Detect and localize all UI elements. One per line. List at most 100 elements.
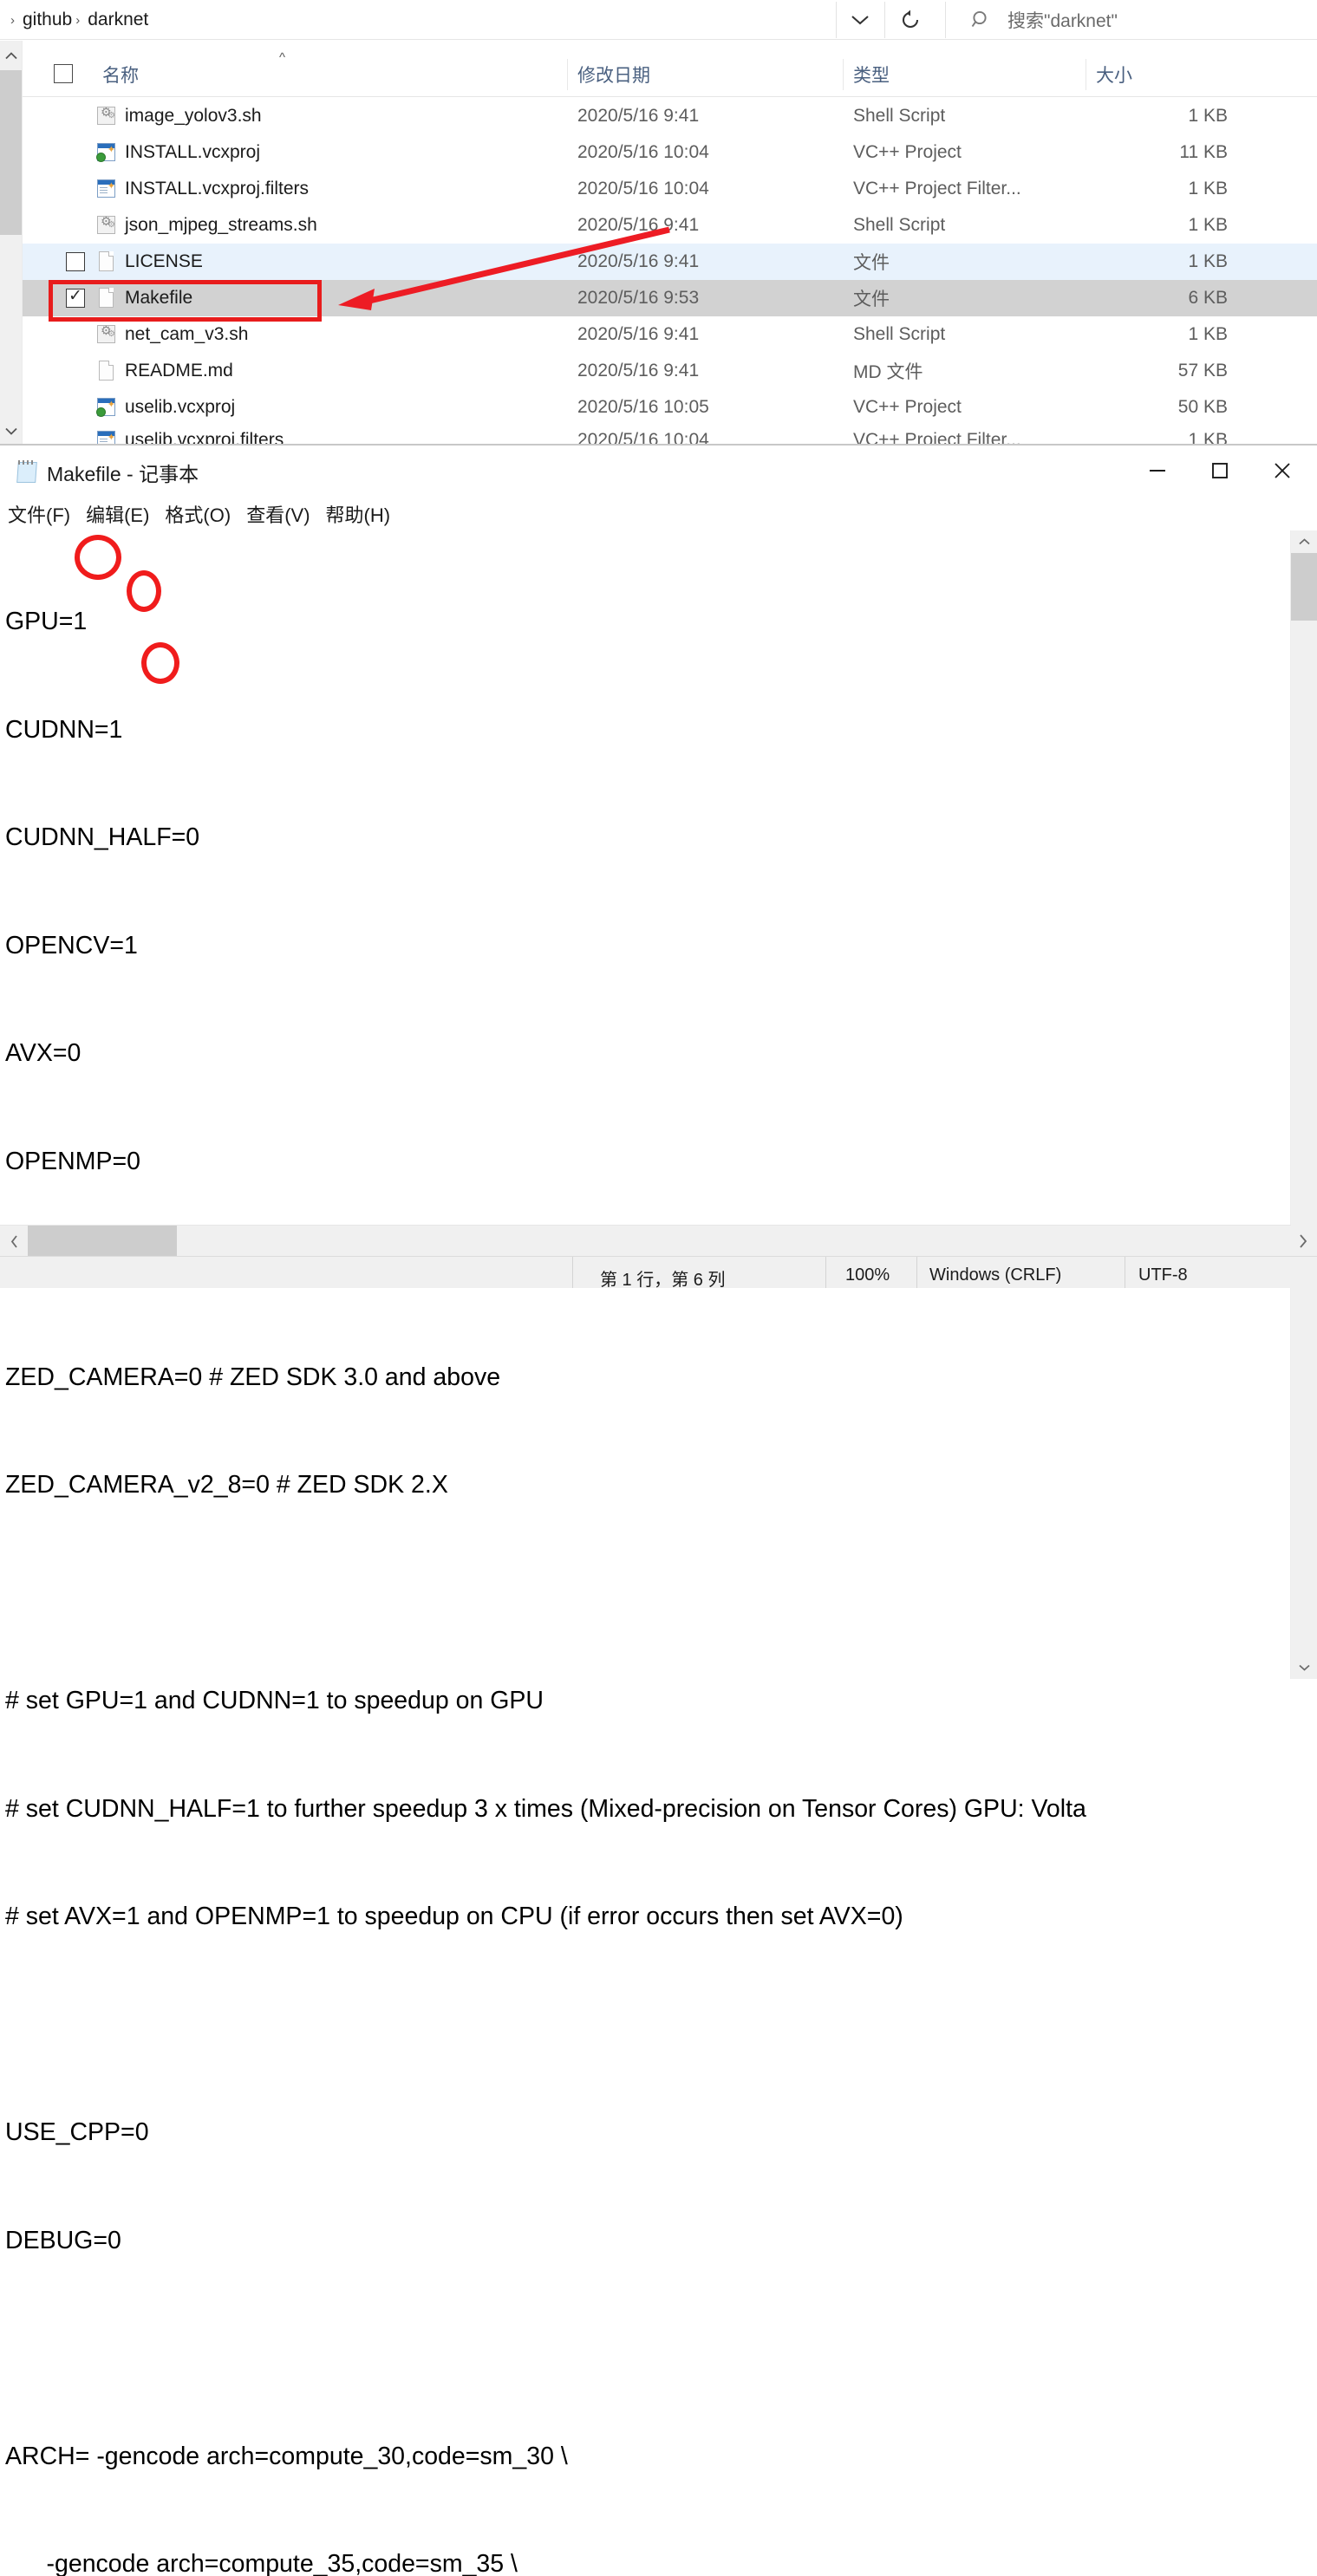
annotation-red-circle-cudnn: [127, 570, 161, 612]
file-type: VC++ Project Filter...: [853, 430, 1021, 446]
text-line: # set AVX=1 and OPENMP=1 to speedup on C…: [5, 1903, 903, 1930]
generic-file-icon: [95, 360, 118, 382]
menu-file[interactable]: 文件(F): [8, 500, 70, 528]
column-divider[interactable]: [567, 59, 568, 90]
table-row[interactable]: net_cam_v3.sh 2020/5/16 9:41 Shell Scrip…: [23, 316, 1317, 353]
file-size: 1 KB: [1188, 430, 1228, 446]
file-name: LICENSE: [125, 251, 203, 271]
menu-help[interactable]: 帮助(H): [326, 500, 391, 528]
breadcrumb-item-github[interactable]: github: [23, 10, 72, 30]
refresh-icon[interactable]: [886, 3, 935, 36]
explorer-vertical-scrollbar[interactable]: [0, 41, 23, 446]
divider: [836, 2, 837, 38]
text-line-blank: [5, 1576, 1280, 1612]
text-line: USE_CPP=0: [5, 2118, 149, 2146]
shell-script-icon: [95, 323, 118, 346]
text-line: -gencode arch=compute_35,code=sm_35 \: [5, 2550, 518, 2576]
file-name: uselib.vcxproj: [125, 397, 236, 417]
file-type: Shell Script: [853, 215, 946, 235]
text-line: ARCH= -gencode arch=compute_30,code=sm_3…: [5, 2442, 568, 2470]
table-row[interactable]: image_yolov3.sh 2020/5/16 9:41 Shell Scr…: [23, 98, 1317, 134]
column-divider[interactable]: [843, 59, 844, 90]
vcxproj-icon: ✦: [95, 141, 118, 164]
scrollbar-thumb[interactable]: [1291, 553, 1317, 621]
file-size: 1 KB: [1188, 106, 1228, 126]
chevron-down-icon[interactable]: [0, 416, 22, 446]
notepad-icon: [16, 459, 40, 484]
file-date: 2020/5/16 10:04: [577, 142, 709, 162]
shell-script-icon: [95, 214, 118, 237]
chevron-left-icon[interactable]: [0, 1226, 28, 1257]
window-title: Makefile - 记事本: [47, 463, 199, 485]
address-bar[interactable]: › github › darknet 搜索"darknet": [0, 0, 1317, 40]
search-icon: [971, 10, 992, 30]
column-header-name[interactable]: 名称: [102, 52, 139, 97]
maximize-button[interactable]: [1189, 446, 1251, 496]
text-line-blank: [5, 2331, 1280, 2367]
table-row[interactable]: ✦ INSTALL.vcxproj 2020/5/16 10:04 VC++ P…: [23, 134, 1317, 171]
menu-view[interactable]: 查看(V): [246, 500, 310, 528]
status-zoom: 100%: [845, 1265, 890, 1285]
notepad-horizontal-scrollbar[interactable]: [0, 1225, 1291, 1257]
table-row[interactable]: README.md 2020/5/16 9:41 MD 文件 57 KB: [23, 353, 1317, 389]
text-line: # set CUDNN_HALF=1 to further speedup 3 …: [5, 1794, 1086, 1823]
column-header-size[interactable]: 大小: [1096, 52, 1132, 97]
file-name: json_mjpeg_streams.sh: [125, 215, 317, 235]
chevron-right-icon: ›: [10, 12, 15, 28]
table-row-partial[interactable]: ✦ uselib.vcxproj.filters 2020/5/16 10:04…: [23, 422, 1317, 446]
table-row[interactable]: ✦ INSTALL.vcxproj.filters 2020/5/16 10:0…: [23, 171, 1317, 207]
notepad-menu-bar[interactable]: 文件(F) 编辑(E) 格式(O) 查看(V) 帮助(H): [0, 498, 1317, 530]
text-line: ZED_CAMERA=0 # ZED SDK 3.0 and above: [5, 1363, 501, 1391]
search-placeholder: 搜索"darknet": [1007, 11, 1118, 31]
text-line-blank: [5, 2007, 1280, 2044]
file-explorer-window: › github › darknet 搜索"darknet" 名称 修改日期 类…: [0, 0, 1317, 446]
chevron-down-icon[interactable]: [1291, 1656, 1317, 1679]
notepad-title-bar[interactable]: Makefile - 记事本: [0, 446, 1317, 496]
file-name: README.md: [125, 361, 233, 381]
file-size: 1 KB: [1188, 251, 1228, 271]
row-checkbox[interactable]: [66, 252, 85, 271]
menu-format[interactable]: 格式(O): [165, 500, 231, 528]
text-line: AVX=0: [5, 1039, 81, 1067]
menu-edit[interactable]: 编辑(E): [86, 500, 149, 528]
close-button[interactable]: [1251, 446, 1314, 496]
notepad-status-bar: 第 1 行，第 6 列 100% Windows (CRLF) UTF-8: [0, 1256, 1317, 1290]
table-row[interactable]: ✦ uselib.vcxproj 2020/5/16 10:05 VC++ Pr…: [23, 389, 1317, 426]
file-type: 文件: [853, 289, 890, 309]
breadcrumb[interactable]: › github › darknet: [9, 5, 148, 35]
file-name: image_yolov3.sh: [125, 106, 262, 126]
file-type: VC++ Project: [853, 397, 962, 417]
column-header-row[interactable]: 名称 修改日期 类型 大小: [23, 52, 1317, 97]
scrollbar-thumb[interactable]: [28, 1226, 177, 1257]
notepad-vertical-scrollbar[interactable]: [1290, 530, 1317, 1679]
file-type: Shell Script: [853, 324, 946, 344]
notepad-text-area[interactable]: GPU=1 CUDNN=1 CUDNN_HALF=0 OPENCV=1 AVX=…: [0, 532, 1317, 2576]
divider: [572, 1257, 573, 1288]
chevron-down-icon[interactable]: [838, 3, 883, 36]
vcxproj-filters-icon: ✦: [95, 178, 118, 200]
file-size: 1 KB: [1188, 215, 1228, 235]
search-input[interactable]: 搜索"darknet": [947, 0, 1317, 40]
chevron-up-icon[interactable]: [0, 41, 22, 70]
column-header-type[interactable]: 类型: [853, 52, 890, 97]
select-all-checkbox[interactable]: [54, 64, 73, 83]
scrollbar-corner: [1291, 1226, 1317, 1257]
file-date: 2020/5/16 9:41: [577, 361, 700, 381]
scrollbar-thumb[interactable]: [0, 70, 22, 235]
notepad-text-content[interactable]: GPU=1 CUDNN=1 CUDNN_HALF=0 OPENCV=1 AVX=…: [5, 532, 1280, 2576]
text-line: CUDNN=1: [5, 715, 123, 744]
breadcrumb-item-darknet[interactable]: darknet: [88, 10, 148, 30]
chevron-up-icon[interactable]: [1291, 530, 1317, 553]
minimize-button[interactable]: [1126, 446, 1189, 496]
text-line: OPENMP=0: [5, 1147, 141, 1175]
file-name: INSTALL.vcxproj.filters: [125, 179, 309, 198]
column-header-date[interactable]: 修改日期: [577, 52, 650, 97]
text-line: CUDNN_HALF=0: [5, 823, 200, 851]
notepad-window: Makefile - 记事本 文件(F) 编辑(E) 格式(O) 查看(V) 帮…: [0, 446, 1317, 2576]
text-line: # set GPU=1 and CUDNN=1 to speedup on GP…: [5, 1687, 544, 1714]
file-type: 文件: [853, 253, 890, 273]
annotation-red-arrow: [338, 226, 670, 310]
annotation-red-circle-gpu: [75, 535, 121, 580]
file-size: 57 KB: [1177, 361, 1228, 381]
screenshot-root: › github › darknet 搜索"darknet" 名称 修改日期 类…: [0, 0, 1317, 2576]
